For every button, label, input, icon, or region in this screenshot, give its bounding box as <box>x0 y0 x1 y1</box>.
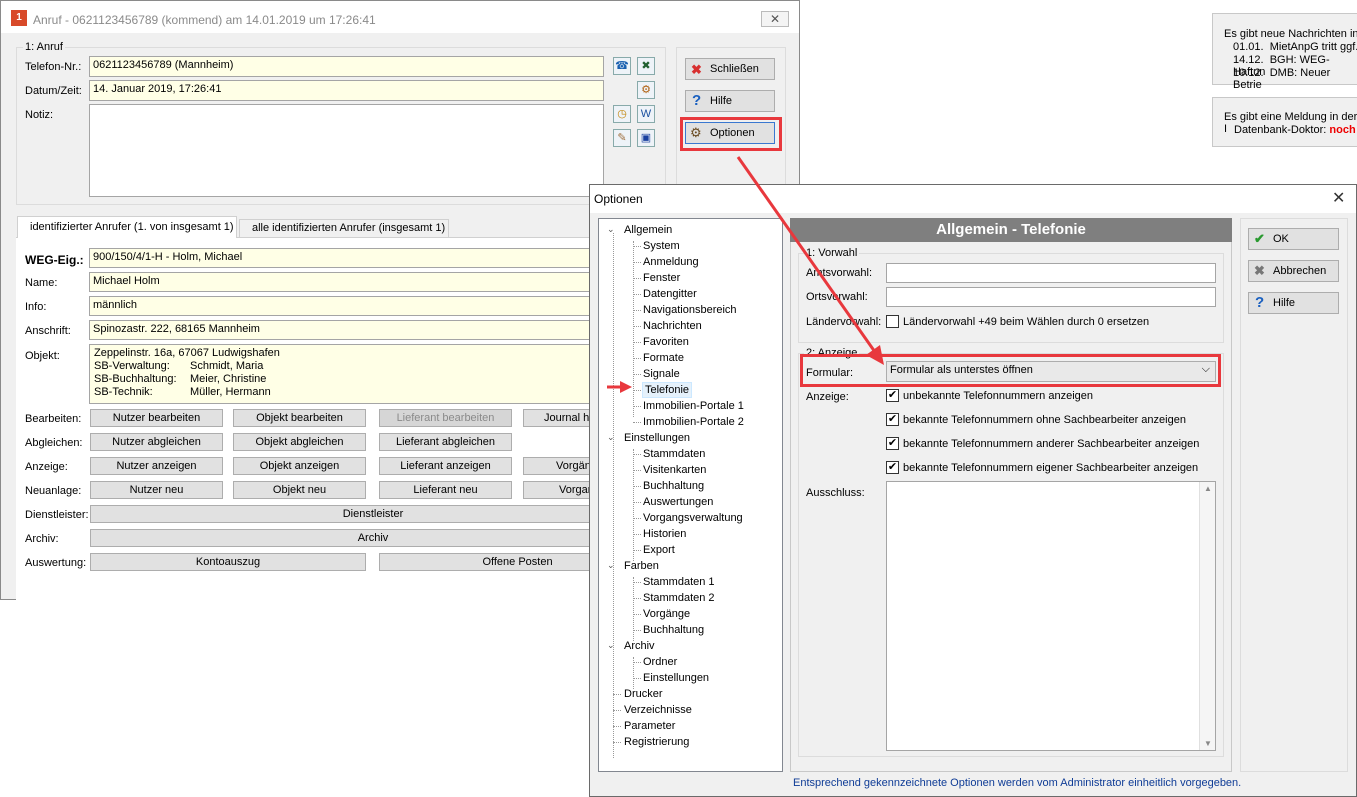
arrow-options-to-formular <box>736 156 877 353</box>
arrow-head-icon <box>620 381 632 393</box>
arrow-head-icon <box>866 345 884 365</box>
annotation-arrows <box>607 156 884 393</box>
